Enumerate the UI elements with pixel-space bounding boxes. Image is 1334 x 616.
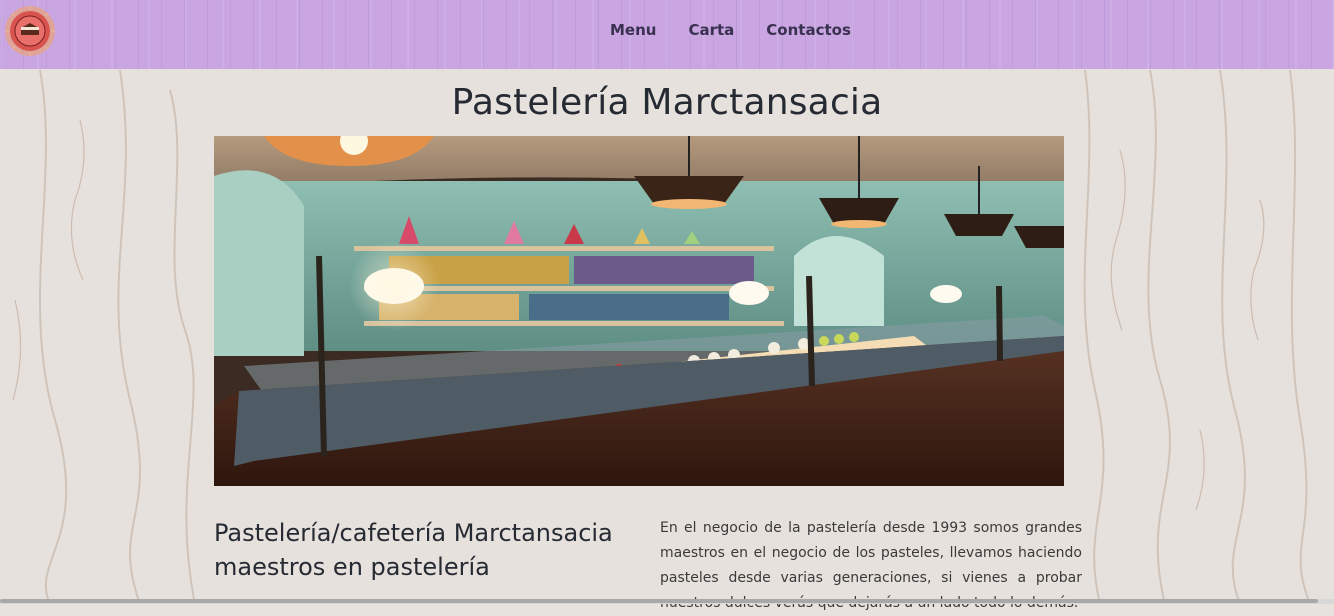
page-title: Pastelería Marctansacia	[451, 82, 883, 123]
nav-link-menu[interactable]: Menu	[610, 18, 656, 42]
top-navigation-bar: Menu Carta Contactos	[0, 0, 1334, 69]
nav-link-contactos[interactable]: Contactos	[766, 18, 851, 42]
nav-link-carta[interactable]: Carta	[688, 18, 734, 42]
section-heading: Pastelería/cafetería Marctansacia maestr…	[214, 519, 613, 581]
scrollbar-thumb[interactable]	[0, 599, 1318, 603]
hero-image-pastry-shop	[214, 136, 1064, 486]
cake-logo-icon[interactable]	[3, 4, 57, 58]
horizontal-scrollbar[interactable]	[0, 599, 1334, 604]
